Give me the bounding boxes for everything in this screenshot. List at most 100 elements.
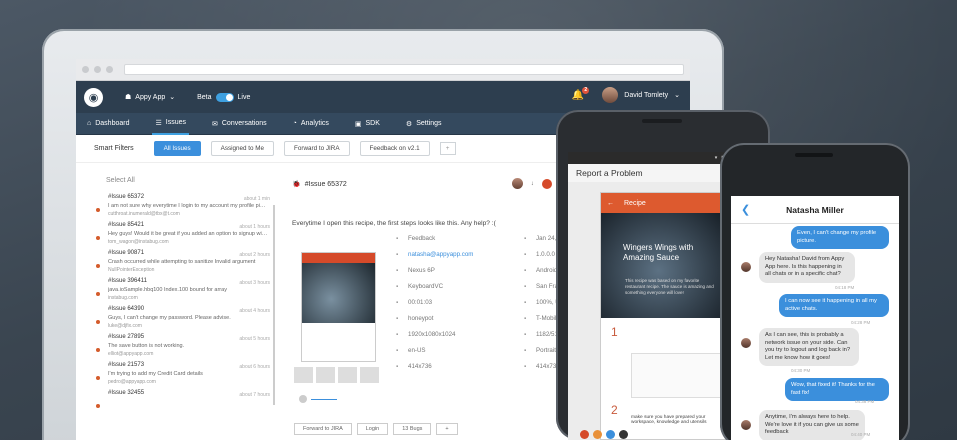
tag-bugs[interactable]: 13 Bugs — [393, 423, 432, 435]
beta-label: Beta — [197, 93, 212, 101]
issue-time: about 1 min — [243, 196, 270, 202]
issue-time: about 5 hours — [239, 336, 270, 342]
attachment-thumb[interactable] — [294, 367, 313, 383]
add-tag-button[interactable]: + — [436, 423, 458, 435]
nav-settings[interactable]: ⚙ Settings — [403, 113, 445, 135]
unread-dot — [96, 292, 100, 296]
color-orange[interactable] — [593, 430, 602, 439]
tag-login[interactable]: Login — [356, 423, 389, 435]
browser-chrome — [76, 59, 690, 81]
screenshot-thumbnail[interactable] — [301, 252, 376, 362]
issue-row[interactable]: #Issue 65372 about 1 min I am not sure why… — [94, 194, 274, 222]
issue-row[interactable]: #Issue 32455 about 7 hours — [94, 390, 274, 418]
window-min-dot[interactable] — [94, 66, 101, 73]
color-black[interactable] — [619, 430, 628, 439]
contact-name: Natasha Miller — [786, 204, 844, 215]
keyboard-icon: ▪ — [396, 283, 399, 290]
attachment-thumb[interactable] — [338, 367, 357, 383]
user-menu[interactable]: 🔔 2 David Tomlety ⌄ — [572, 86, 680, 103]
info-column-left: ▪ Feedback ▪ natasha@appyapp.com ▪ Nexus 6P ▪ K… — [396, 235, 473, 370]
info-item: ▪ Feedback — [396, 235, 473, 242]
calendar-icon: ▪ — [524, 235, 527, 242]
issue-meta: cutthroat.inumerald@tbx@t.com — [108, 211, 180, 217]
color-blue[interactable] — [606, 430, 615, 439]
window-max-dot[interactable] — [106, 66, 113, 73]
globe-icon: ▪ — [396, 347, 399, 354]
agent-avatar — [741, 262, 751, 272]
select-all[interactable]: Select All — [106, 177, 274, 184]
thumb-header — [302, 253, 375, 263]
live-label: Live — [237, 93, 251, 101]
filter-forward-jira[interactable]: Forward to JIRA — [284, 141, 350, 156]
message-time: 04:18 PM — [835, 285, 855, 290]
info-item: ▪ KeyboardVC — [396, 283, 473, 290]
memory-icon: ▪ — [524, 331, 527, 338]
filter-feedback-v21[interactable]: Feedback on v2.1 — [359, 141, 430, 156]
unread-dot — [96, 236, 100, 240]
info-value: en-US — [408, 347, 426, 354]
list-scrollbar[interactable] — [273, 205, 275, 405]
step-number: 2 — [611, 403, 618, 417]
nav-label: SDK — [365, 120, 380, 127]
info-value: 1920x1080x1024 — [408, 331, 456, 338]
info-item: ▪ natasha@appyapp.com — [396, 251, 473, 258]
back-icon[interactable]: ❮ — [741, 203, 750, 216]
issue-icon: 🐞 — [292, 181, 301, 188]
beta-live-switch[interactable]: Beta Live — [197, 92, 251, 102]
home-icon: ⌂ — [87, 120, 92, 127]
audio-progress[interactable] — [311, 399, 337, 400]
info-value: 00:01:03 — [408, 299, 433, 306]
nav-label: Conversations — [221, 120, 267, 127]
recipe-photo: Wingers Wings with Amazing Sauce This re… — [601, 213, 729, 318]
issue-row[interactable]: #Issue 21573 about 6 hours I'm trying to a… — [94, 362, 274, 390]
info-item: ▪ en-US — [396, 347, 473, 354]
assignee-avatar[interactable] — [511, 178, 523, 189]
info-value: 1.0.0.0 — [536, 251, 555, 258]
size-icon: ▪ — [396, 363, 399, 370]
address-bar[interactable] — [124, 64, 684, 75]
issue-row[interactable]: #Issue 396411 about 3 hours java.ioSample.… — [94, 278, 274, 306]
battery-icon: ▪ — [524, 299, 527, 306]
attachment-thumb[interactable] — [360, 367, 379, 383]
issue-row[interactable]: #Issue 90871 about 2 hours Crash occurred … — [94, 250, 274, 278]
nav-sdk[interactable]: ▣ SDK — [352, 113, 383, 135]
back-icon[interactable]: ← — [607, 200, 614, 207]
issue-snippet: Crash occurred while attempting to sanit… — [108, 259, 256, 265]
app-logo-icon[interactable]: ◉ — [84, 87, 103, 107]
arrow-down-icon[interactable]: ↓ — [531, 181, 534, 187]
unread-dot — [96, 404, 100, 408]
speaker — [642, 119, 682, 123]
add-filter-button[interactable]: + — [439, 142, 456, 155]
chevron-down-icon: ⌄ — [169, 94, 176, 101]
screen-icon: ▪ — [396, 331, 399, 338]
play-icon[interactable] — [299, 395, 307, 403]
window-close-dot[interactable] — [82, 66, 89, 73]
nav-issues[interactable]: ☰ Issues — [152, 113, 189, 135]
incoming-message: Hey Natasha! David from Appy App here. I… — [759, 252, 855, 283]
filter-assigned-to-me[interactable]: Assigned to Me — [210, 141, 275, 156]
nav-dashboard[interactable]: ⌂ Dashboard — [84, 113, 132, 135]
attachment-thumbs — [294, 367, 379, 383]
pie-icon: ◔ — [292, 120, 297, 127]
issue-time: about 2 hours — [239, 252, 270, 258]
attachment-thumb[interactable] — [316, 367, 335, 383]
annotation-colors — [580, 430, 628, 439]
nav-label: Dashboard — [95, 120, 130, 127]
priority-indicator[interactable] — [541, 178, 552, 189]
issue-row[interactable]: #Issue 27895 about 5 hours The save button… — [94, 334, 274, 362]
audio-player — [294, 394, 374, 404]
issue-list: Select All #Issue 65372 about 1 min I am n… — [94, 173, 274, 440]
incoming-message: Anytime, I'm always here to help. We're … — [759, 410, 865, 440]
issue-row[interactable]: #Issue 85421 about 1 hours Hey guys! Would… — [94, 222, 274, 250]
tag-forward-jira[interactable]: Forward to JIRA — [294, 423, 352, 435]
nav-analytics[interactable]: ◔ Analytics — [290, 113, 332, 135]
app-selector[interactable]: ☗ Appy App ⌄ — [125, 93, 176, 102]
bell-icon[interactable]: 🔔 2 — [572, 86, 590, 101]
filter-all-issues[interactable]: All Issues — [153, 141, 201, 156]
message-time: 04:30 PM — [791, 368, 811, 373]
nav-conversations[interactable]: ✉ Conversations — [209, 113, 270, 135]
color-red[interactable] — [580, 430, 589, 439]
live-toggle[interactable] — [215, 92, 234, 102]
issue-row[interactable]: #Issue 64390 about 4 hours Guys, I can't c… — [94, 306, 274, 334]
info-value[interactable]: natasha@appyapp.com — [408, 251, 473, 258]
